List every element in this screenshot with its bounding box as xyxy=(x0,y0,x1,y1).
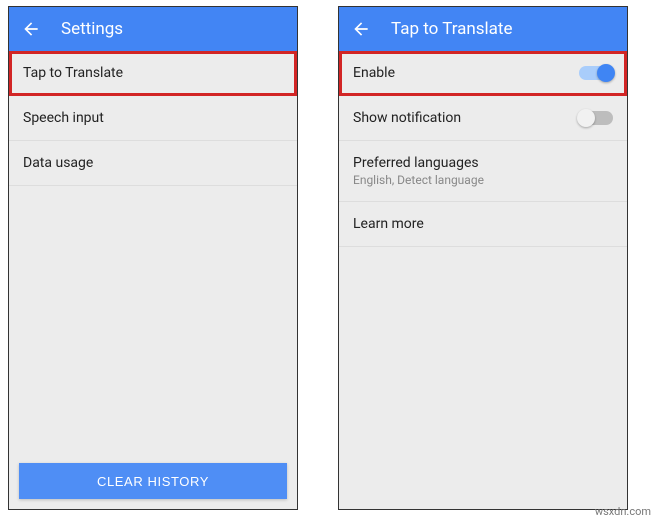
row-data-usage[interactable]: Data usage xyxy=(9,141,297,186)
row-label: Tap to Translate xyxy=(23,65,123,81)
settings-list: Tap to Translate Speech input Data usage xyxy=(9,51,297,453)
back-arrow-icon[interactable] xyxy=(351,19,371,39)
row-speech-input[interactable]: Speech input xyxy=(9,96,297,141)
row-tap-to-translate[interactable]: Tap to Translate xyxy=(9,51,297,96)
row-enable[interactable]: Enable xyxy=(339,51,627,96)
row-show-notification[interactable]: Show notification xyxy=(339,96,627,141)
row-label: Speech input xyxy=(23,110,104,126)
row-text: Preferred languages English, Detect lang… xyxy=(353,155,484,187)
clear-history-button[interactable]: CLEAR HISTORY xyxy=(19,463,287,499)
row-label: Preferred languages xyxy=(353,155,484,171)
tap-to-translate-list: Enable Show notification Preferred langu… xyxy=(339,51,627,509)
row-label: Enable xyxy=(353,65,395,81)
watermark: wsxdn.com xyxy=(595,505,651,518)
appbar: Settings xyxy=(9,7,297,51)
tap-to-translate-screen: Tap to Translate Enable Show notificatio… xyxy=(338,6,628,510)
settings-screen: Settings Tap to Translate Speech input D… xyxy=(8,6,298,510)
row-learn-more[interactable]: Learn more xyxy=(339,202,627,247)
page-title: Settings xyxy=(61,19,123,39)
appbar: Tap to Translate xyxy=(339,7,627,51)
toggle-enable[interactable] xyxy=(579,66,613,80)
row-label: Learn more xyxy=(353,216,424,232)
row-label: Show notification xyxy=(353,110,461,126)
toggle-show-notification[interactable] xyxy=(579,111,613,125)
row-label: Data usage xyxy=(23,155,93,171)
row-preferred-languages[interactable]: Preferred languages English, Detect lang… xyxy=(339,141,627,202)
back-arrow-icon[interactable] xyxy=(21,19,41,39)
page-title: Tap to Translate xyxy=(391,19,513,39)
row-sublabel: English, Detect language xyxy=(353,173,484,187)
footer: CLEAR HISTORY xyxy=(9,453,297,509)
